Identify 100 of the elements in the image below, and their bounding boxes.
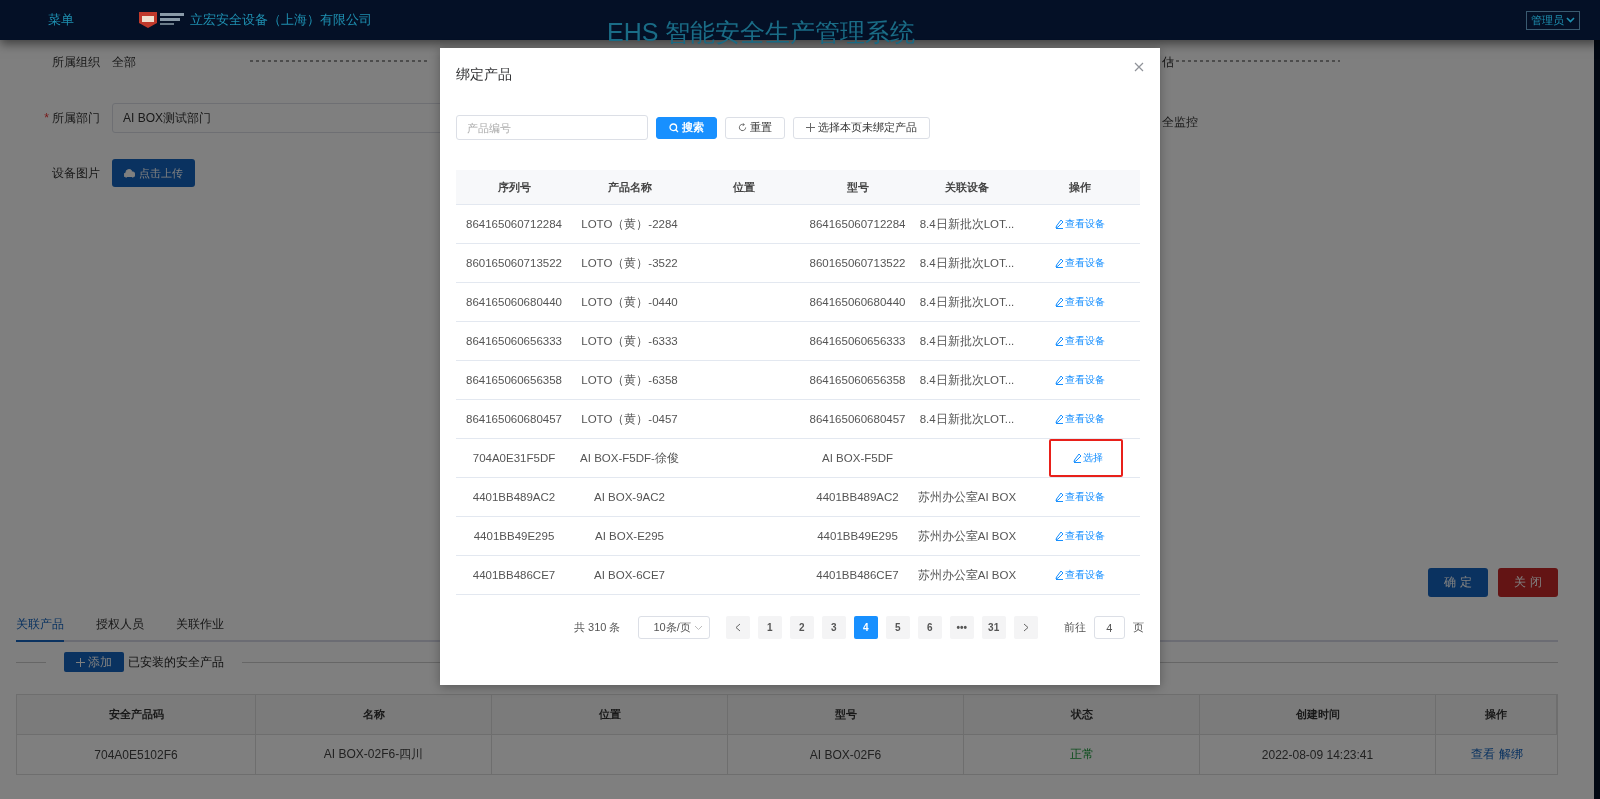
table-cell: LOTO（黄）-3522 — [572, 244, 687, 283]
page-button[interactable]: ••• — [949, 616, 974, 639]
tab[interactable]: 授权人员 — [96, 608, 144, 642]
page-button[interactable]: 2 — [789, 616, 814, 639]
table-cell: LOTO（黄）-6333 — [572, 322, 687, 361]
action-link[interactable]: 查看 — [1470, 746, 1495, 763]
table-cell: LOTO（黄）-6358 — [572, 361, 687, 400]
table-cell: 8.4日新批次LOT... — [914, 322, 1020, 361]
chevron-left-icon — [734, 623, 741, 632]
search-button[interactable]: 搜索 — [656, 116, 717, 139]
table-cell: 8.4日新批次LOT... — [914, 283, 1020, 322]
table-cell: 864165060712284 — [456, 205, 572, 244]
select-unbound-button[interactable]: 选择本页未绑定产品 — [793, 116, 930, 139]
pencil-icon — [1055, 570, 1064, 580]
view-device-link[interactable]: 查看设备 — [1055, 334, 1105, 348]
close-button[interactable]: 关 闭 — [1498, 568, 1558, 597]
table-cell: LOTO（黄）-2284 — [572, 205, 687, 244]
field-label: 估 — [1162, 54, 1174, 71]
upload-button[interactable]: 点击上传 — [112, 159, 195, 187]
company-name: 立宏安全设备（上海）有限公司 — [190, 11, 372, 29]
page-button[interactable]: 1 — [757, 616, 782, 639]
menu-link[interactable]: 菜单 — [48, 11, 74, 29]
table-cell: AI BOX-6CE7 — [572, 556, 687, 595]
table-cell: AI BOX-F5DF — [801, 439, 914, 478]
view-device-link[interactable]: 查看设备 — [1055, 256, 1105, 270]
field-label: * 所属部门 — [43, 109, 101, 127]
column-header: 位置 — [492, 695, 728, 735]
column-header: 安全产品码 — [17, 695, 256, 735]
column-header: 名称 — [256, 695, 492, 735]
system-title: EHS 智能安全生产管理系统 — [607, 17, 916, 48]
table-cell: 4401BB49E295 — [801, 517, 914, 556]
user-dropdown[interactable]: 管理员 — [1526, 10, 1580, 30]
column-header: 型号 — [728, 695, 964, 735]
column-header: 状态 — [964, 695, 1200, 735]
table-cell: 苏州办公室AI BOX — [914, 556, 1020, 595]
pencil-icon — [1055, 258, 1064, 268]
add-button[interactable]: 添加 — [64, 652, 124, 672]
pencil-icon — [1055, 414, 1064, 424]
column-header: 型号 — [801, 170, 914, 205]
page-button[interactable]: 31 — [981, 616, 1006, 639]
view-device-link[interactable]: 查看设备 — [1055, 490, 1105, 504]
table-cell: 864165060656358 — [456, 361, 572, 400]
table-cell: 苏州办公室AI BOX — [914, 478, 1020, 517]
dialog-title: 绑定产品 — [456, 66, 512, 84]
next-page-button[interactable] — [1013, 616, 1038, 639]
table-cell: 864165060656358 — [801, 361, 914, 400]
table-cell: 860165060713522 — [801, 244, 914, 283]
table-cell: AI BOX-9AC2 — [572, 478, 687, 517]
table-cell: AI BOX-02F6-四川 — [256, 735, 492, 774]
page-number-field[interactable]: 4 — [1093, 616, 1125, 639]
confirm-button[interactable]: 确 定 — [1428, 568, 1488, 597]
tab[interactable]: 关联产品 — [16, 608, 64, 642]
page-button[interactable]: 3 — [821, 616, 846, 639]
view-device-link[interactable]: 查看设备 — [1055, 217, 1105, 231]
pencil-icon — [1055, 375, 1064, 385]
table-cell: LOTO（黄）-0457 — [572, 400, 687, 439]
view-device-link[interactable]: 查看设备 — [1055, 529, 1105, 543]
column-header: 创建时间 — [1200, 695, 1436, 735]
field-label: 所属组织 — [51, 54, 101, 71]
table-cell: 4401BB489AC2 — [456, 478, 572, 517]
pencil-icon — [1055, 492, 1064, 502]
table-cell: LOTO（黄）-0440 — [572, 283, 687, 322]
table-cell: 4401BB486CE7 — [456, 556, 572, 595]
action-link[interactable]: 解绑 — [1498, 746, 1523, 763]
status-text: 正常 — [1069, 746, 1094, 763]
field-label: 全监控 — [1162, 114, 1198, 131]
view-device-link[interactable]: 查看设备 — [1055, 373, 1105, 387]
page-size-select[interactable]: 10条/页 — [638, 616, 710, 639]
tab[interactable]: 关联作业 — [176, 608, 224, 642]
table-cell: 8.4日新批次LOT... — [914, 361, 1020, 400]
chevron-down-icon — [693, 624, 703, 631]
view-device-link[interactable]: 查看设备 — [1055, 412, 1105, 426]
plus-icon — [76, 657, 85, 667]
close-icon[interactable] — [1134, 62, 1144, 72]
column-header: 产品名称 — [572, 170, 687, 205]
pencil-icon — [1055, 297, 1064, 307]
table-cell: 864165060712284 — [801, 205, 914, 244]
chevron-right-icon — [1022, 623, 1029, 632]
table-cell: 864165060680440 — [456, 283, 572, 322]
previous-page-button[interactable] — [725, 616, 750, 639]
cloud-upload-icon — [124, 168, 135, 178]
select-link[interactable]: 选择 — [1049, 439, 1123, 477]
pencil-icon — [1055, 336, 1064, 346]
search-field[interactable]: 产品编号 — [456, 115, 648, 140]
total-count: 共 310 条 — [574, 620, 621, 635]
table-cell: 864165060680457 — [456, 400, 572, 439]
reset-button[interactable]: 重置 — [725, 116, 785, 139]
company-logo — [138, 11, 186, 29]
view-device-link[interactable]: 查看设备 — [1055, 295, 1105, 309]
refresh-icon — [738, 123, 747, 132]
table-cell: 864165060656333 — [456, 322, 572, 361]
view-device-link[interactable]: 查看设备 — [1055, 568, 1105, 582]
table-cell: 864165060680457 — [801, 400, 914, 439]
page-button[interactable]: 5 — [885, 616, 910, 639]
table-cell: 4401BB489AC2 — [801, 478, 914, 517]
page-button[interactable]: 4 — [853, 616, 878, 639]
field-label: 设备图片 — [51, 164, 101, 182]
column-header: 序列号 — [456, 170, 572, 205]
page-button[interactable]: 6 — [917, 616, 942, 639]
table-cell: 864165060656333 — [801, 322, 914, 361]
